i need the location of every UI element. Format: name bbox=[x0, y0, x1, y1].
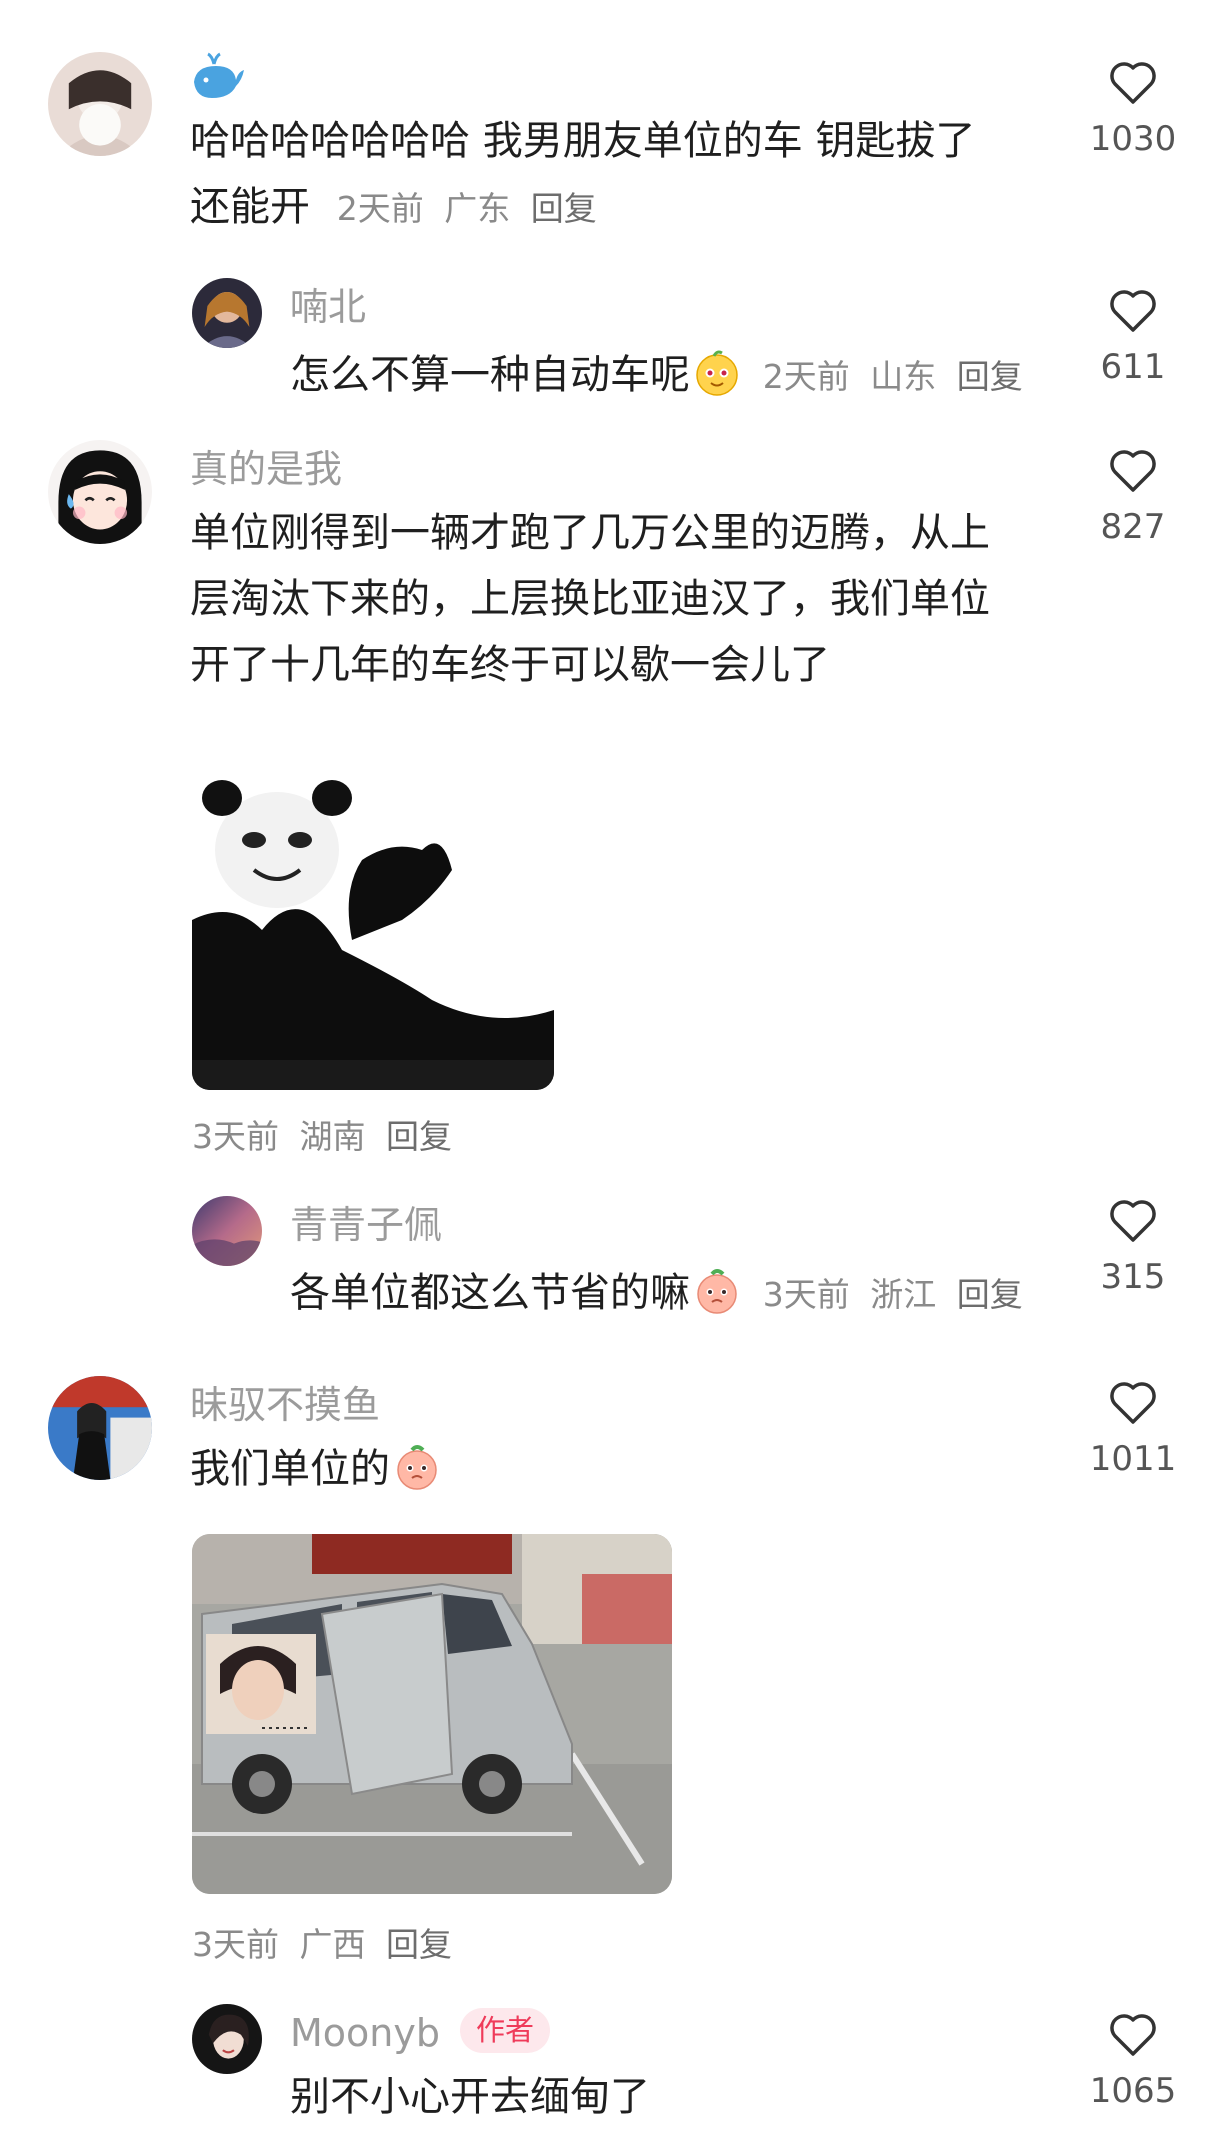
comment-text: 开了十几年的车终于可以歇一会儿了 bbox=[190, 642, 830, 688]
reply-button[interactable]: 回复 bbox=[531, 189, 597, 228]
avatar[interactable] bbox=[192, 278, 262, 348]
comment-time: 3天前 bbox=[192, 1925, 279, 1964]
comment-location: 浙江 bbox=[870, 1275, 937, 1314]
comment-text-line2: 还能开 bbox=[190, 184, 310, 230]
comment-text-row: 我们单位的 bbox=[190, 1436, 444, 1502]
reply-button[interactable]: 回复 bbox=[957, 357, 1023, 396]
comment-username[interactable]: Moonyb bbox=[290, 2014, 440, 2052]
comment-username[interactable]: 真的是我 bbox=[190, 450, 342, 488]
like-count: 1011 bbox=[1089, 1439, 1177, 1479]
like-button[interactable]: 827 bbox=[1068, 446, 1198, 544]
heart-icon bbox=[1110, 1382, 1156, 1424]
heart-icon bbox=[1110, 2014, 1156, 2056]
reply-button[interactable]: 回复 bbox=[957, 1275, 1023, 1314]
like-count: 1030 bbox=[1089, 119, 1177, 159]
like-button[interactable]: 1030 bbox=[1068, 58, 1198, 156]
comment-text: 层淘汰下来的，上层换比亚迪汉了，我们单位 bbox=[190, 576, 990, 622]
comment-meta: 3天前 广西 回复 bbox=[192, 1918, 462, 1966]
like-button[interactable]: 1065 bbox=[1068, 2010, 1198, 2108]
yellow-face-emoji bbox=[696, 350, 738, 396]
comment-text-cont: 还能开 2天前 广东 回复 bbox=[190, 174, 607, 242]
comment-text: 哈哈哈哈哈哈哈 我男朋友单位的车 钥匙拔了 bbox=[190, 118, 976, 164]
avatar[interactable] bbox=[48, 1376, 152, 1480]
like-button[interactable]: 611 bbox=[1068, 286, 1198, 384]
comment-time: 2天前 bbox=[336, 189, 424, 228]
like-count: 611 bbox=[1100, 347, 1166, 387]
comment-meta: 3天前 浙江 回复 bbox=[763, 1275, 1033, 1314]
comment-time: 2天前 bbox=[762, 357, 850, 396]
comment-location: 山东 bbox=[870, 357, 937, 396]
avatar[interactable] bbox=[192, 1196, 262, 1266]
comment-location: 广西 bbox=[299, 1925, 366, 1964]
like-button[interactable]: 1011 bbox=[1068, 1378, 1198, 1476]
avatar[interactable] bbox=[48, 52, 152, 156]
comment-meta: 2天前 山东 回复 bbox=[763, 357, 1033, 396]
whale-icon bbox=[194, 52, 244, 98]
heart-icon bbox=[1110, 62, 1156, 104]
comment-text: 各单位都这么节省的嘛 bbox=[290, 1270, 690, 1316]
comment-time: 3天前 bbox=[762, 1275, 850, 1314]
reply-button[interactable]: 回复 bbox=[386, 1117, 452, 1156]
avatar[interactable] bbox=[48, 440, 152, 544]
comment-text: 单位刚得到一辆才跑了几万公里的迈腾，从上 bbox=[190, 510, 990, 556]
avatar[interactable] bbox=[192, 2004, 262, 2074]
peach-face-emoji bbox=[697, 1269, 737, 1314]
comment-meta: 2天前 广东 回复 bbox=[337, 189, 607, 228]
panda-meme-sticker[interactable] bbox=[192, 770, 554, 1090]
like-button[interactable]: 315 bbox=[1068, 1196, 1198, 1294]
comment-username[interactable]: 昧驭不摸鱼 bbox=[190, 1386, 380, 1424]
comment-username[interactable]: 喃北 bbox=[290, 288, 366, 326]
comment-text-row: 各单位都这么节省的嘛 3天前 浙江 回复 bbox=[290, 1260, 1033, 1328]
comment-text: 我们单位的 bbox=[190, 1446, 390, 1492]
comment-text: 怎么不算一种自动车呢 bbox=[290, 352, 690, 398]
comment-time: 3天前 bbox=[192, 1117, 279, 1156]
author-badge: 作者 bbox=[460, 2008, 551, 2053]
like-count: 315 bbox=[1100, 1257, 1166, 1297]
comment-text: 别不小心开去缅甸了 bbox=[290, 2074, 650, 2120]
like-count: 827 bbox=[1100, 507, 1166, 547]
heart-icon bbox=[1110, 450, 1156, 492]
comment-text-row: 怎么不算一种自动车呢 2天前 山东 回复 bbox=[290, 342, 1033, 410]
comment-location: 广东 bbox=[444, 189, 511, 228]
comment-username[interactable]: 青青子佩 bbox=[290, 1206, 442, 1244]
heart-icon bbox=[1110, 290, 1156, 332]
minivan-photo[interactable] bbox=[192, 1534, 672, 1894]
heart-icon bbox=[1110, 1200, 1156, 1242]
peach-face-emoji bbox=[397, 1445, 437, 1490]
like-count: 1065 bbox=[1089, 2071, 1177, 2111]
comment-location: 湖南 bbox=[299, 1117, 366, 1156]
comment-meta: 3天前 湖南 回复 bbox=[192, 1110, 462, 1158]
reply-button[interactable]: 回复 bbox=[386, 1925, 452, 1964]
